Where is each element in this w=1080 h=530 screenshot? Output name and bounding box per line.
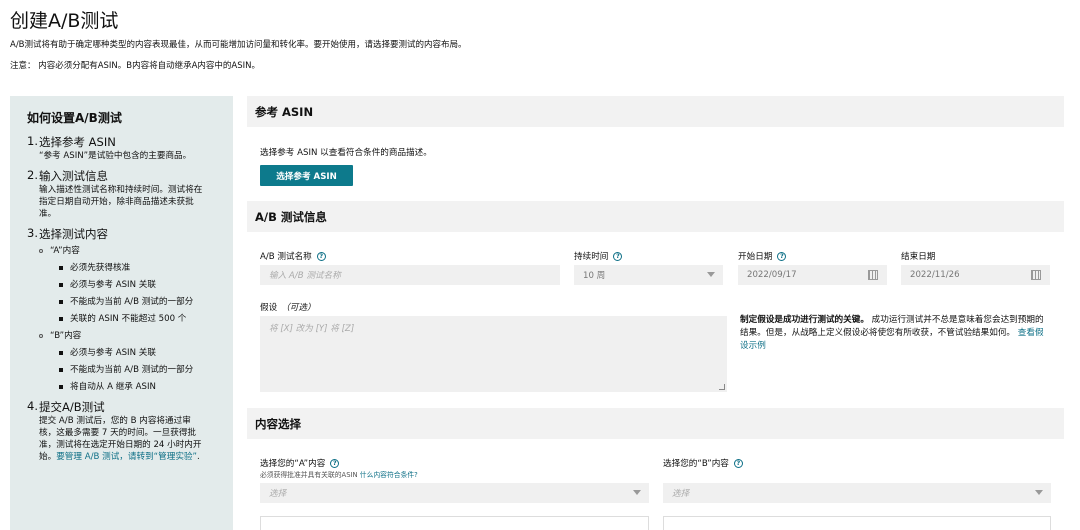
square-bullet-icon <box>59 283 63 287</box>
content-a-preview <box>260 516 649 530</box>
select-ref-asin-button[interactable]: 选择参考 ASIN <box>260 165 353 186</box>
start-date-input[interactable]: 2022/09/17 <box>738 265 887 285</box>
help-icon[interactable]: ? <box>613 251 623 261</box>
content-b-label: 选择您的“B”内容? <box>663 457 743 469</box>
list-item: 必须先获得核准 <box>27 262 223 274</box>
content-b-select[interactable]: 选择 <box>663 483 1051 503</box>
test-name-input[interactable]: 输入 A/B 测试名称 <box>260 265 560 285</box>
calendar-icon[interactable] <box>1031 270 1041 280</box>
ref-asin-desc: 选择参考 ASIN 以查看符合条件的商品描述。 <box>260 148 432 158</box>
ref-asin-header: 参考 ASIN <box>247 96 1064 127</box>
step-2-title: 2. 输入测试信息 <box>27 168 108 183</box>
list-item: 不能成为当前 A/B 测试的一部分 <box>27 364 223 376</box>
step-3-title: 3. 选择测试内容 <box>27 226 108 241</box>
sidebar-title: 如何设置A/B测试 <box>27 111 122 125</box>
page-intro: A/B测试将有助于确定哪种类型的内容表现最佳，从而可能增加访问量和转化率。要开始… <box>10 40 467 50</box>
step-3-b-label: “B”内容 <box>27 330 223 342</box>
square-bullet-icon <box>59 368 63 372</box>
end-date-label: 结束日期 <box>901 252 936 262</box>
resize-handle-icon[interactable] <box>719 384 725 390</box>
list-item: 关联的 ASIN 不能超过 500 个 <box>27 313 223 325</box>
list-item: 必须与参考 ASIN 关联 <box>27 279 223 291</box>
manage-experiments-link[interactable]: 要管理 A/B 测试，请转到“管理实验” <box>56 452 197 462</box>
test-name-label: A/B 测试名称? <box>260 250 326 262</box>
step-4-body: 提交 A/B 测试后，您的 B 内容将通过审核，这最多需要 7 天的时间。一旦获… <box>39 416 202 462</box>
hypothesis-textarea[interactable]: 将 [X] 改为 [Y] 将 [Z] <box>260 316 727 392</box>
duration-label: 持续时间? <box>574 250 623 262</box>
circle-bullet-icon <box>39 334 43 338</box>
duration-select[interactable]: 10 周 <box>574 265 723 285</box>
content-select-header: 内容选择 <box>247 408 1064 439</box>
square-bullet-icon <box>59 351 63 355</box>
how-to-sidebar: 如何设置A/B测试 1. 选择参考 ASIN “参考 ASIN”是试验中包含的主要… <box>10 96 233 530</box>
start-date-label: 开始日期? <box>738 250 787 262</box>
step-2-body: 输入描述性测试名称和持续时间。测试将在指定日期自动开始，除非商品描述未获批准。 <box>39 185 203 219</box>
content-b-preview <box>663 516 1051 530</box>
step-1-title: 1. 选择参考 ASIN <box>27 134 116 149</box>
square-bullet-icon <box>59 317 63 321</box>
square-bullet-icon <box>59 266 63 270</box>
hypothesis-label: 假设 （可选） <box>260 303 316 313</box>
help-icon[interactable]: ? <box>777 251 787 261</box>
help-icon[interactable]: ? <box>316 251 326 261</box>
square-bullet-icon <box>59 300 63 304</box>
help-icon[interactable]: ? <box>733 458 743 468</box>
list-item: 必须与参考 ASIN 关联 <box>27 347 223 359</box>
content-a-subhint: 必须获得批准并具有关联的ASIN 什么内容符合条件? <box>260 471 418 479</box>
test-info-header: A/B 测试信息 <box>247 201 1064 232</box>
eligible-content-link[interactable]: 什么内容符合条件? <box>360 471 418 479</box>
chevron-down-icon <box>707 272 715 277</box>
step-3-a-label: “A”内容 <box>27 245 223 257</box>
help-icon[interactable]: ? <box>330 458 340 468</box>
list-item: 将自动从 A 继承 ASIN <box>27 381 223 393</box>
end-date-input[interactable]: 2022/11/26 <box>901 265 1050 285</box>
square-bullet-icon <box>59 385 63 389</box>
page-title: 创建A/B测试 <box>10 10 119 32</box>
chevron-down-icon <box>633 490 641 495</box>
content-a-label: 选择您的“A”内容? <box>260 457 340 469</box>
list-item: 不能成为当前 A/B 测试的一部分 <box>27 296 223 308</box>
calendar-icon[interactable] <box>868 270 878 280</box>
circle-bullet-icon <box>39 249 43 253</box>
step-1-body: “参考 ASIN”是试验中包含的主要商品。 <box>39 151 192 161</box>
page-note: 注意： 内容必须分配有ASIN。B内容将自动继承A内容中的ASIN。 <box>10 61 261 71</box>
hypothesis-hint: 制定假设是成功进行测试的关键。 成功运行测试并不总是意味着您会达到预期的结果。但… <box>740 315 1044 351</box>
content-a-select[interactable]: 选择 <box>260 483 649 503</box>
main-panel: 参考 ASIN <box>247 96 1064 127</box>
step-4-title: 4. 提交A/B测试 <box>27 399 105 414</box>
chevron-down-icon <box>1035 490 1043 495</box>
